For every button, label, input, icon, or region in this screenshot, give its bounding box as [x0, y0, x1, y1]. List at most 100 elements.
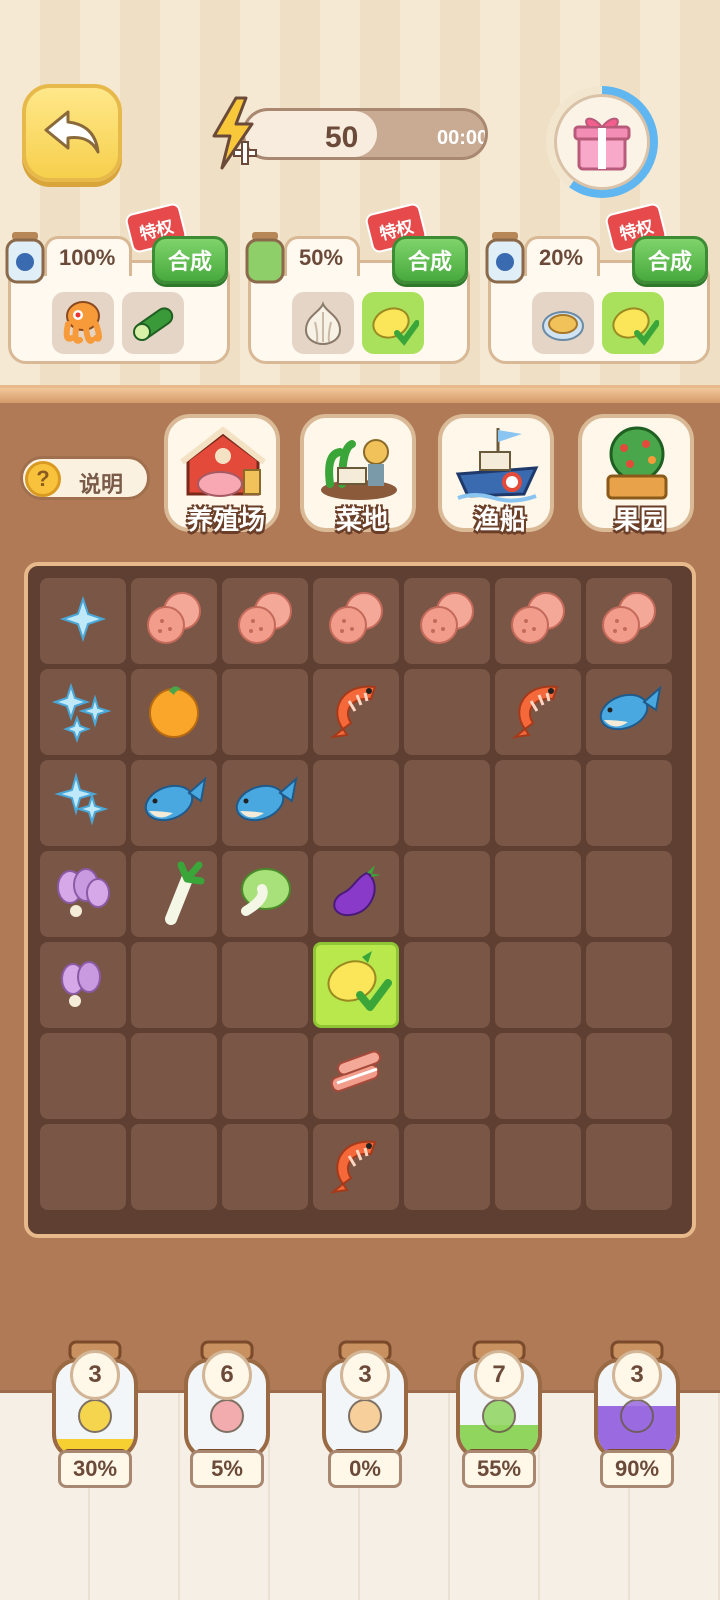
- building-orchard[interactable]: 果园: [578, 414, 694, 535]
- board-cell-sparkle-1[interactable]: [40, 578, 126, 664]
- board-cell-lemon-done[interactable]: [313, 942, 399, 1028]
- board-cell-fish[interactable]: [131, 760, 217, 846]
- board-cell-empty[interactable]: [131, 1033, 217, 1119]
- meat-icon: [413, 585, 481, 658]
- board-cell-meat[interactable]: [404, 578, 490, 664]
- board-cell-meat[interactable]: [586, 578, 672, 664]
- board-cell-fish[interactable]: [586, 669, 672, 755]
- board-cell-empty[interactable]: [222, 669, 308, 755]
- merge-button[interactable]: 合成: [152, 236, 228, 284]
- ingredient-jar[interactable]: 3 0%: [316, 1338, 414, 1490]
- board-cell-shrimp[interactable]: [495, 669, 581, 755]
- octopus-jar-icon: [5, 232, 45, 284]
- garlic-icon: [304, 301, 342, 346]
- board-cell-empty[interactable]: [222, 1124, 308, 1210]
- order-percent: 20%: [524, 236, 601, 276]
- help-button[interactable]: ? 说明: [20, 456, 150, 500]
- board-cell-empty[interactable]: [131, 942, 217, 1028]
- gift-box-icon: [573, 117, 631, 171]
- jar-percent: 5%: [190, 1450, 264, 1488]
- board-cell-empty[interactable]: [586, 1033, 672, 1119]
- farm-barn-icon: [180, 426, 266, 497]
- board-cell-shrimp[interactable]: [313, 669, 399, 755]
- meat-icon: [595, 585, 663, 658]
- ingredient-jar[interactable]: 6 5%: [178, 1338, 276, 1490]
- board-cell-empty[interactable]: [40, 1124, 126, 1210]
- gift-inner: [554, 94, 650, 190]
- board-cell-empty[interactable]: [404, 760, 490, 846]
- board-cell-empty[interactable]: [404, 669, 490, 755]
- order-item-lemon: [602, 292, 664, 354]
- orange-icon: [141, 677, 207, 748]
- shrimp-icon: [503, 675, 573, 750]
- ingredient-jar[interactable]: 3 90%: [588, 1338, 686, 1490]
- merge-button[interactable]: 合成: [392, 236, 468, 284]
- merge-button[interactable]: 合成: [632, 236, 708, 284]
- sparkle-3-icon: [47, 674, 119, 751]
- board-cell-empty[interactable]: [586, 851, 672, 937]
- board-cell-meat[interactable]: [495, 578, 581, 664]
- order-card-3: 20% 特权 合成: [485, 201, 710, 366]
- board-cell-empty[interactable]: [495, 1124, 581, 1210]
- board-cell-cabbage[interactable]: [222, 851, 308, 937]
- board-cell-empty[interactable]: [404, 1124, 490, 1210]
- vegetable-jar-icon: [245, 232, 285, 284]
- meat-icon: [140, 585, 208, 658]
- board-cell-empty[interactable]: [404, 851, 490, 937]
- gift-button[interactable]: [546, 86, 658, 198]
- board-cell-empty[interactable]: [495, 760, 581, 846]
- board-cell-radish-pair[interactable]: [40, 942, 126, 1028]
- jar-count: 3: [612, 1350, 662, 1400]
- board-cell-meat[interactable]: [131, 578, 217, 664]
- lemon-done-icon: [320, 947, 392, 1024]
- building-fishing-boat[interactable]: 渔船: [438, 414, 554, 535]
- board-cell-empty[interactable]: [404, 1033, 490, 1119]
- order-percent: 50%: [284, 236, 361, 276]
- board-cell-fish[interactable]: [222, 760, 308, 846]
- leek-icon: [141, 859, 207, 930]
- board-cell-meat[interactable]: [313, 578, 399, 664]
- board-cell-empty[interactable]: [222, 1033, 308, 1119]
- board-cell-shrimp[interactable]: [313, 1124, 399, 1210]
- pie-icon: [542, 311, 584, 341]
- building-vegetable-field[interactable]: 菜地: [300, 414, 416, 535]
- board-cell-empty[interactable]: [586, 760, 672, 846]
- board-cell-leek[interactable]: [131, 851, 217, 937]
- meat-icon: [231, 585, 299, 658]
- board-cell-empty[interactable]: [495, 942, 581, 1028]
- board-cell-empty[interactable]: [40, 1033, 126, 1119]
- ingredient-jar[interactable]: 7 55%: [450, 1338, 548, 1490]
- board-cell-eggplant[interactable]: [313, 851, 399, 937]
- fish-icon: [230, 771, 300, 836]
- board-cell-bacon[interactable]: [313, 1033, 399, 1119]
- octopus-icon: [63, 301, 102, 344]
- board-cell-empty[interactable]: [222, 942, 308, 1028]
- board-cell-radish-bunch[interactable]: [40, 851, 126, 937]
- radish-pair-icon: [53, 953, 113, 1018]
- fish-icon: [594, 680, 664, 745]
- order-item-cucumber: [122, 292, 184, 354]
- shrimp-icon: [321, 1130, 391, 1205]
- lemon-check-icon: [372, 307, 419, 346]
- board-cell-meat[interactable]: [222, 578, 308, 664]
- board-cell-sparkle-2[interactable]: [40, 760, 126, 846]
- help-label: 说明: [79, 472, 124, 497]
- board-cell-empty[interactable]: [313, 760, 399, 846]
- lightning-bolt-icon[interactable]: [206, 96, 266, 172]
- board-cell-empty[interactable]: [404, 942, 490, 1028]
- back-button[interactable]: [22, 84, 122, 182]
- board-cell-orange[interactable]: [131, 669, 217, 755]
- board-cell-empty[interactable]: [131, 1124, 217, 1210]
- shrimp-icon: [321, 675, 391, 750]
- board-cell-empty[interactable]: [586, 942, 672, 1028]
- ingredient-jar[interactable]: 3 30%: [46, 1338, 144, 1490]
- board-cell-empty[interactable]: [586, 1124, 672, 1210]
- board-cell-empty[interactable]: [495, 1033, 581, 1119]
- board-cell-empty[interactable]: [495, 851, 581, 937]
- board-cell-sparkle-3[interactable]: [40, 669, 126, 755]
- order-card-2: 50% 特权 合成: [245, 201, 470, 366]
- energy-timer: 00:00: [437, 127, 488, 149]
- orchard-icon: [606, 426, 668, 500]
- jar-percent: 90%: [600, 1450, 674, 1488]
- building-farm[interactable]: 养殖场: [164, 414, 280, 535]
